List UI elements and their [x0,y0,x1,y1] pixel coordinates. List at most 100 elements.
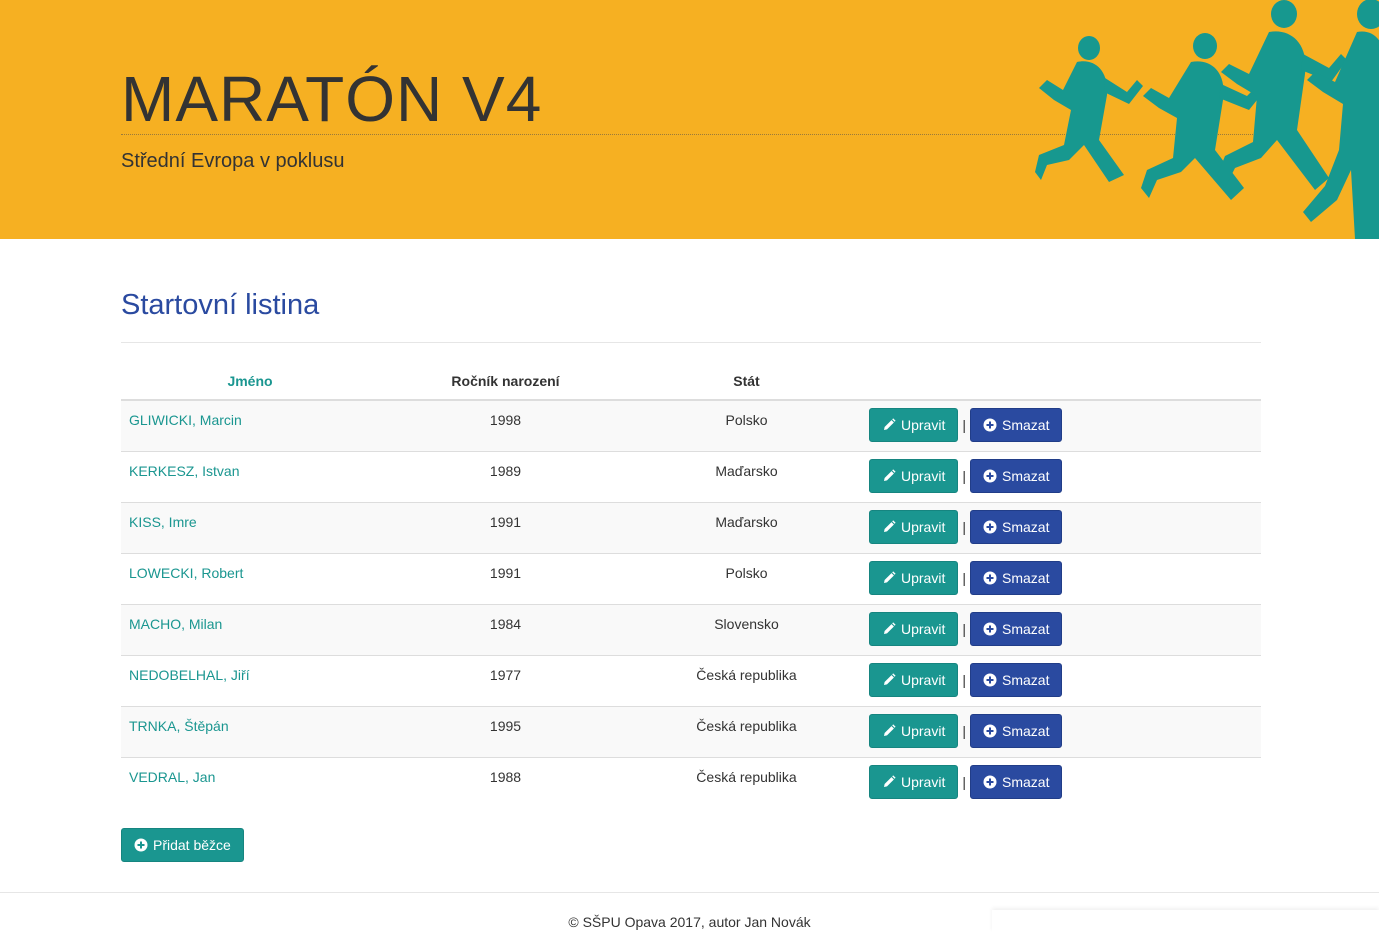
delete-button-label: Smazat [1002,518,1050,535]
runner-name-cell: NEDOBELHAL, Jiří [121,654,379,706]
country-cell: Maďarsko [632,450,861,502]
birth-year-cell: 1991 [379,501,632,553]
edit-button[interactable]: Upravit [869,611,959,646]
runner-name-link[interactable]: TRNKA, Štěpán [129,718,229,734]
edit-button[interactable]: Upravit [869,662,959,697]
birth-year-cell: 1995 [379,705,632,757]
runner-name-link[interactable]: KISS, Imre [129,514,197,530]
country-cell: Česká republika [632,756,861,808]
edit-button[interactable]: Upravit [869,408,959,442]
site-title: MARATÓN V4 [121,63,543,135]
country-cell: Slovensko [632,603,861,655]
column-header-actions [861,363,1261,401]
delete-button[interactable]: Smazat [970,458,1063,493]
delete-button-label: Smazat [1002,620,1050,637]
title-divider [121,342,1261,343]
table-row: LOWECKI, Robert 1991 Polsko Upravit | Smazat [121,552,1261,604]
birth-year-cell: 1984 [379,603,632,655]
delete-button-label: Smazat [1002,467,1050,484]
actions-cell: Upravit | Smazat [861,705,1261,757]
actions-cell: Upravit | Smazat [861,603,1261,655]
delete-button[interactable]: Smazat [970,611,1063,646]
actions-cell: Upravit | Smazat [861,399,1261,451]
plus-circle-icon [983,571,997,584]
action-separator: | [962,417,966,433]
runner-name-link[interactable]: GLIWICKI, Marcin [129,412,242,428]
country-cell: Česká republika [632,654,861,706]
footer-divider [0,892,1379,893]
add-runner-label: Přidat běžce [153,837,231,853]
table-row: KISS, Imre 1991 Maďarsko Upravit | Smazat [121,501,1261,553]
table-row: GLIWICKI, Marcin 1998 Polsko Upravit | Smazat [121,399,1261,451]
pencil-icon [884,418,896,430]
plus-circle-icon [983,775,997,788]
plus-circle-icon [983,673,997,686]
edit-button-label: Upravit [901,467,946,484]
site-subtitle: Střední Evropa v poklusu [121,150,345,172]
plus-circle-icon [983,724,997,737]
birth-year-cell: 1991 [379,552,632,604]
delete-button[interactable]: Smazat [970,408,1063,442]
delete-button[interactable]: Smazat [970,764,1063,799]
edit-button[interactable]: Upravit [869,713,959,748]
edit-button-label: Upravit [901,417,946,433]
delete-button-label: Smazat [1002,671,1050,688]
actions-cell: Upravit | Smazat [861,501,1261,553]
delete-button[interactable]: Smazat [970,662,1063,697]
plus-circle-icon [983,622,997,635]
action-separator: | [962,722,966,739]
table-row: NEDOBELHAL, Jiří 1977 Česká republika Uprav… [121,654,1261,706]
action-separator: | [962,671,966,688]
column-header-country: Stát [632,363,861,401]
runners-silhouette-icon [1035,0,1379,239]
actions-cell: Upravit | Smazat [861,654,1261,706]
actions-cell: Upravit | Smazat [861,552,1261,604]
delete-button[interactable]: Smazat [970,560,1063,595]
edit-button-label: Upravit [901,569,946,586]
page-title: Startovní listina [121,289,320,321]
birth-year-cell: 1977 [379,654,632,706]
corner-overlay [992,910,1379,932]
delete-button[interactable]: Smazat [970,713,1063,748]
edit-button[interactable]: Upravit [869,458,959,493]
column-header-year: Ročník narození [379,363,632,401]
delete-button[interactable]: Smazat [970,509,1063,544]
site-header: MARATÓN V4 Střední Evropa v poklusu [0,0,1379,239]
edit-button[interactable]: Upravit [869,560,959,595]
delete-button-label: Smazat [1002,417,1050,433]
runner-name-link[interactable]: LOWECKI, Robert [129,565,243,581]
country-cell: Česká republika [632,705,861,757]
runner-name-cell: KISS, Imre [121,501,379,553]
runner-name-link[interactable]: NEDOBELHAL, Jiří [129,667,250,683]
pencil-icon [884,468,896,481]
table-row: VEDRAL, Jan 1988 Česká republika Upravit | Sm… [121,756,1261,808]
runner-name-link[interactable]: MACHO, Milan [129,616,222,632]
table-row: TRNKA, Štěpán 1995 Česká republika Upravit |… [121,705,1261,757]
runner-name-cell: MACHO, Milan [121,603,379,655]
edit-button-label: Upravit [901,773,946,790]
pencil-icon [884,570,896,583]
country-cell: Maďarsko [632,501,861,553]
delete-button-label: Smazat [1002,722,1050,739]
edit-button[interactable]: Upravit [869,509,959,544]
runner-name-link[interactable]: VEDRAL, Jan [129,769,215,785]
add-runner-button[interactable]: Přidat běžce [121,828,244,862]
action-separator: | [962,518,966,535]
runner-name-link[interactable]: KERKESZ, Istvan [129,463,239,479]
pencil-icon [884,621,896,634]
delete-button-label: Smazat [1002,569,1050,586]
table-row: KERKESZ, Istvan 1989 Maďarsko Upravit | Smaza… [121,450,1261,502]
birth-year-cell: 1998 [379,399,632,451]
runner-name-cell: TRNKA, Štěpán [121,705,379,757]
runner-name-cell: GLIWICKI, Marcin [121,399,379,451]
runners-table: Jméno Ročník narození Stát GLIWICKI, Mar… [121,363,1261,808]
edit-button[interactable]: Upravit [869,764,959,799]
birth-year-cell: 1988 [379,756,632,808]
plus-circle-icon [134,838,148,852]
actions-cell: Upravit | Smazat [861,450,1261,502]
plus-circle-icon [983,469,997,482]
pencil-icon [884,723,896,736]
birth-year-cell: 1989 [379,450,632,502]
table-header-row: Jméno Ročník narození Stát [121,363,1261,401]
delete-button-label: Smazat [1002,773,1050,790]
